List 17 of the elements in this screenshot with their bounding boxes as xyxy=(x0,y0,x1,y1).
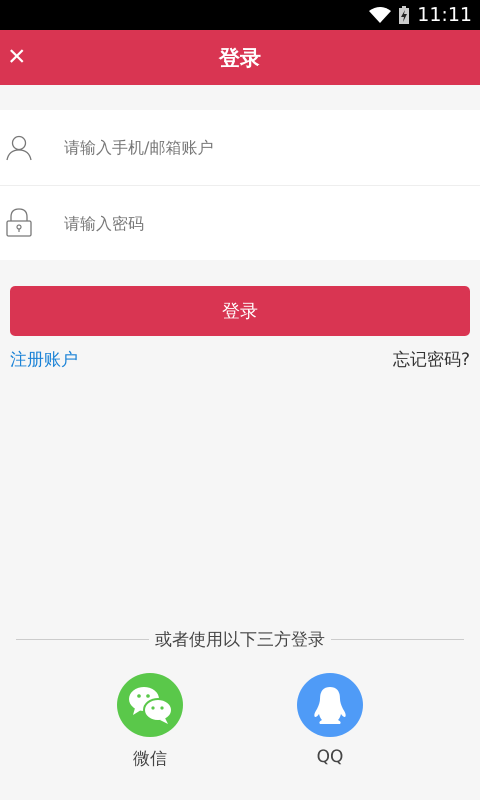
social-login-label: QQ xyxy=(316,747,344,767)
chat-bubbles-icon xyxy=(127,685,173,725)
clock-time: 11:11 xyxy=(417,4,472,26)
battery-icon xyxy=(399,6,410,24)
wifi-icon xyxy=(369,7,392,23)
close-button[interactable]: × xyxy=(4,38,30,76)
lock-icon xyxy=(6,208,32,238)
divider-text: 或者使用以下三方登录 xyxy=(155,629,325,651)
penguin-icon xyxy=(312,685,348,725)
user-icon xyxy=(6,134,32,160)
social-login-label: 微信 xyxy=(133,748,167,770)
input-field[interactable]: 请输入手机/邮箱账户 xyxy=(62,137,480,158)
input-field[interactable]: 请输入密码 xyxy=(62,212,480,234)
page-title: 登录 xyxy=(219,44,261,72)
forgot-password-link[interactable]: 忘记密码? xyxy=(392,348,470,371)
login-button[interactable]: 登录 xyxy=(10,286,470,336)
register-link[interactable]: 注册账户 xyxy=(10,348,78,371)
